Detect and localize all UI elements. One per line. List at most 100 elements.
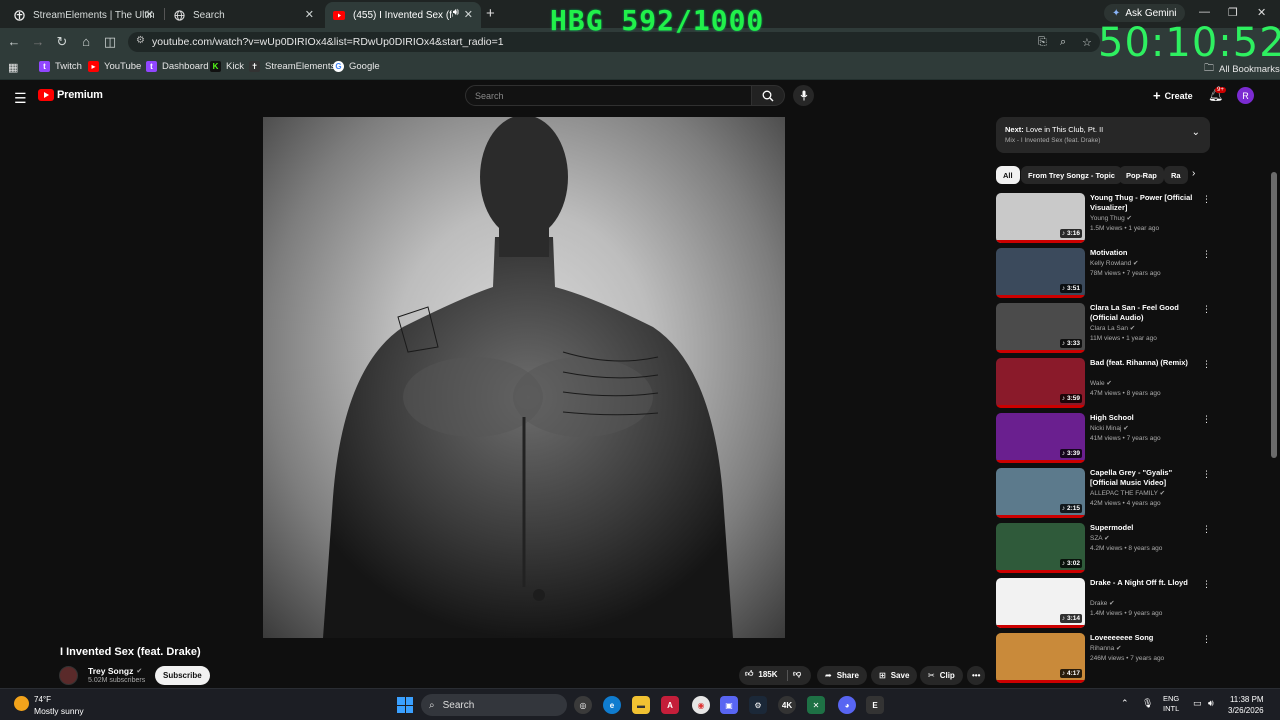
zoom-icon[interactable]: ⌕ — [1060, 36, 1066, 49]
share-button[interactable]: ➦ Share — [817, 666, 867, 685]
chrome-icon[interactable]: ◉ — [692, 696, 710, 714]
recommendation-title[interactable]: Drake - A Night Off ft. Lloyd — [1090, 578, 1202, 588]
recommendation-item[interactable]: ♪ 3:39 High School Nicki Minaj ✔ 41M views … — [996, 413, 1212, 463]
recommendation-item[interactable]: ♪ 4:17 Loveeeeeee Song Rihanna ✔ 246M views… — [996, 633, 1212, 683]
more-vertical-icon[interactable]: ⋮ — [1202, 194, 1211, 205]
video-thumbnail[interactable]: ♪ 3:02 — [996, 523, 1085, 573]
video-thumbnail[interactable]: ♪ 4:17 — [996, 633, 1085, 683]
recommendation-item[interactable]: ♪ 3:16 Young Thug - Power [Official Visua… — [996, 193, 1212, 243]
search-input[interactable]: Search — [465, 85, 752, 106]
recommendation-item[interactable]: ♪ 2:15 Capella Grey - "Gyalis" [Official … — [996, 468, 1212, 518]
site-info-icon[interactable]: ⚙ — [136, 35, 145, 46]
recommendation-title[interactable]: High School — [1090, 413, 1202, 423]
voice-search-button[interactable] — [793, 85, 814, 106]
recommendation-channel[interactable]: Nicki Minaj ✔ — [1090, 424, 1129, 432]
edge-icon[interactable]: e — [603, 696, 621, 714]
bookmark-streamelements[interactable]: ✝ StreamElements — [249, 61, 335, 72]
account-avatar[interactable]: R — [1237, 87, 1254, 104]
discord-icon[interactable]: ◕ — [838, 696, 856, 714]
volume-icon[interactable]: 🔊︎ — [1208, 698, 1214, 709]
windows-start-icon[interactable] — [397, 697, 413, 713]
page-scrollbar[interactable] — [1271, 172, 1277, 458]
forward-icon[interactable]: → — [30, 34, 46, 49]
more-vertical-icon[interactable]: ⋮ — [1202, 249, 1211, 260]
recommendation-title[interactable]: Supermodel — [1090, 523, 1202, 533]
video-thumbnail[interactable]: ♪ 3:51 — [996, 248, 1085, 298]
show-hidden-icons[interactable]: ⌃ — [1121, 698, 1129, 709]
more-vertical-icon[interactable]: ⋮ — [1202, 359, 1211, 370]
recommendation-channel[interactable]: Kelly Rowland ✔ — [1090, 259, 1138, 267]
apps-grid-icon[interactable]: ▦ — [8, 61, 18, 74]
reload-icon[interactable]: ↻ — [54, 34, 70, 50]
more-vertical-icon[interactable]: ⋮ — [1202, 414, 1211, 425]
clip-button[interactable]: ✂ Clip — [920, 666, 963, 685]
recommendation-title[interactable]: Young Thug - Power [Official Visualizer] — [1090, 193, 1202, 213]
recommendation-title[interactable]: Clara La San - Feel Good (Official Audio… — [1090, 303, 1202, 323]
bookmark-kick[interactable]: K Kick — [210, 61, 244, 72]
channel-avatar[interactable] — [59, 666, 78, 685]
chip-pop-rap[interactable]: Pop-Rap — [1119, 166, 1164, 184]
more-vertical-icon[interactable]: ⋮ — [1202, 579, 1211, 590]
video-thumbnail[interactable]: ♪ 3:33 — [996, 303, 1085, 353]
chip-rap[interactable]: Ra — [1164, 166, 1188, 184]
recommendation-item[interactable]: ♪ 3:02 Supermodel SZA ✔ 4.2M views • 8 year… — [996, 523, 1212, 573]
chatgpt-icon[interactable]: ◎ — [574, 696, 592, 714]
save-button[interactable]: ⊞ Save — [871, 666, 918, 685]
like-button[interactable]: 👍︎ 185K — [745, 669, 778, 679]
video-player[interactable] — [263, 117, 785, 638]
microphone-icon[interactable]: 🎙︎ — [1142, 698, 1153, 709]
side-panel-icon[interactable]: ◫ — [102, 34, 118, 50]
bookmark-twitch[interactable]: t Twitch — [39, 61, 82, 72]
recommendation-item[interactable]: ♪ 3:33 Clara La San - Feel Good (Official… — [996, 303, 1212, 353]
recommendation-title[interactable]: Capella Grey - "Gyalis" [Official Music … — [1090, 468, 1202, 488]
minimize-icon[interactable]: — — [1199, 6, 1210, 18]
close-window-icon[interactable]: ✕ — [1257, 6, 1266, 19]
recommendation-channel[interactable]: Rihanna ✔ — [1090, 644, 1121, 652]
video-thumbnail[interactable]: ♪ 3:39 — [996, 413, 1085, 463]
bookmark-star-icon[interactable]: ☆ — [1082, 36, 1092, 49]
xbox-icon[interactable]: ✕ — [807, 696, 825, 714]
4k-downloader-icon[interactable]: 4K — [778, 696, 796, 714]
search-button[interactable] — [751, 85, 785, 106]
recommendation-item[interactable]: ♪ 3:51 Motivation Kelly Rowland ✔ 78M views… — [996, 248, 1212, 298]
tab-streamelements[interactable]: StreamElements | The Ultimate ✕ — [6, 2, 162, 28]
speaker-icon[interactable]: 🔊︎ — [453, 7, 459, 18]
more-vertical-icon[interactable]: ⋮ — [1202, 634, 1211, 645]
create-button[interactable]: + Create — [1153, 88, 1193, 103]
more-vertical-icon[interactable]: ⋮ — [1202, 524, 1211, 535]
recommendation-item[interactable]: ♪ 3:59 Bad (feat. Rihanna) (Remix) Wale ✔ 4… — [996, 358, 1212, 408]
youtube-premium-logo[interactable]: Premium — [38, 89, 103, 101]
recommendation-title[interactable]: Bad (feat. Rihanna) (Remix) — [1090, 358, 1202, 368]
home-icon[interactable]: ⌂ — [78, 34, 94, 49]
system-clock[interactable]: 11:38 PM 3/26/2026 — [1228, 694, 1264, 716]
network-icon[interactable]: ▭ — [1193, 698, 1202, 709]
recommendation-channel[interactable]: Clara La San ✔ — [1090, 324, 1135, 332]
epic-games-icon[interactable]: E — [866, 696, 884, 714]
recommendation-channel[interactable]: ALLEPAC THE FAMILY ✔ — [1090, 489, 1165, 497]
chip-from-channel[interactable]: From Trey Songz - Topic — [1021, 166, 1122, 184]
back-icon[interactable]: ← — [6, 34, 22, 49]
steam-icon[interactable]: ⚙ — [749, 696, 767, 714]
more-actions-button[interactable]: ••• — [967, 666, 986, 685]
file-explorer-icon[interactable]: ▬ — [632, 696, 650, 714]
bookmark-dashboard[interactable]: t Dashboard — [146, 61, 208, 72]
install-app-icon[interactable]: ⎘ — [1038, 36, 1047, 49]
recommendation-title[interactable]: Loveeeeeee Song — [1090, 633, 1202, 643]
recommendation-channel[interactable]: Drake ✔ — [1090, 599, 1115, 607]
menu-icon[interactable]: ☰ — [14, 90, 27, 107]
video-thumbnail[interactable]: ♪ 3:59 — [996, 358, 1085, 408]
adobe-icon[interactable]: A — [661, 696, 679, 714]
tab-youtube[interactable]: (455) I Invented Sex (feat. D 🔊︎ ✕ — [325, 2, 481, 28]
bookmark-google[interactable]: G Google — [333, 61, 380, 72]
up-next-panel[interactable]: Next: Love in This Club, Pt. II Mix - I … — [996, 117, 1210, 153]
recommendation-channel[interactable]: SZA ✔ — [1090, 534, 1110, 542]
more-vertical-icon[interactable]: ⋮ — [1202, 304, 1211, 315]
taskbar-search[interactable]: ⌕ Search — [421, 694, 567, 716]
video-thumbnail[interactable]: ♪ 2:15 — [996, 468, 1085, 518]
chevron-down-icon[interactable]: ⌄ — [1192, 127, 1200, 138]
recommendation-channel[interactable]: Young Thug ✔ — [1090, 214, 1132, 222]
bookmark-youtube[interactable]: ▸ YouTube — [88, 61, 141, 72]
language-indicator[interactable]: ENG INTL — [1163, 694, 1179, 714]
more-vertical-icon[interactable]: ⋮ — [1202, 469, 1211, 480]
chevron-right-icon[interactable]: › — [1192, 168, 1195, 179]
